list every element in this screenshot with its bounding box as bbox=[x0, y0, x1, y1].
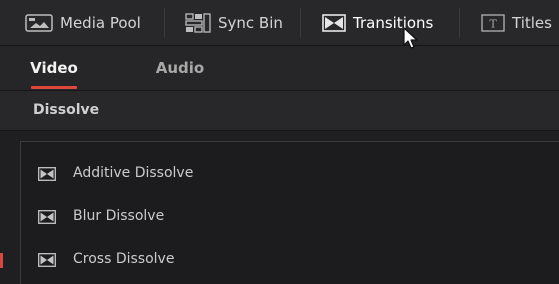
tab-audio[interactable]: Audio bbox=[150, 46, 210, 90]
dissolve-category-header[interactable]: Dissolve bbox=[0, 91, 559, 131]
toolbar-divider bbox=[164, 8, 165, 38]
media-pool-button[interactable]: Media Pool bbox=[25, 0, 141, 45]
sync-bin-icon bbox=[185, 12, 211, 33]
favorite-marker bbox=[0, 253, 3, 268]
section-title: Dissolve bbox=[33, 102, 100, 118]
panel-toolbar: Media Pool Sync Bin Transitions T Titles bbox=[0, 0, 559, 46]
transitions-label: Transitions bbox=[353, 13, 434, 32]
media-pool-label: Media Pool bbox=[60, 13, 141, 32]
titles-icon: T bbox=[481, 13, 505, 32]
transition-icon bbox=[38, 167, 56, 185]
list-item[interactable]: Blur Dissolve bbox=[21, 199, 559, 235]
titles-label: Titles bbox=[512, 13, 552, 32]
list-item-label: Cross Dissolve bbox=[73, 251, 175, 267]
svg-text:T: T bbox=[489, 17, 497, 30]
tab-audio-label: Audio bbox=[155, 59, 205, 77]
transitions-icon bbox=[322, 13, 346, 32]
transition-icon bbox=[38, 210, 56, 228]
sync-bin-label: Sync Bin bbox=[218, 13, 283, 32]
toolbar-divider bbox=[300, 8, 301, 38]
media-type-tabs: Video Audio bbox=[0, 46, 559, 91]
media-pool-icon bbox=[25, 13, 53, 32]
list-item[interactable]: Cross Dissolve bbox=[21, 242, 559, 278]
mouse-cursor-icon bbox=[403, 27, 419, 55]
active-tab-indicator bbox=[31, 86, 77, 89]
transition-list: Additive Dissolve Blur Dissolve Cross Di… bbox=[20, 141, 559, 284]
tab-video-label: Video bbox=[30, 59, 78, 77]
list-item-label: Additive Dissolve bbox=[73, 165, 194, 181]
list-item[interactable]: Additive Dissolve bbox=[21, 156, 559, 192]
tab-video[interactable]: Video bbox=[30, 46, 78, 90]
list-item-label: Blur Dissolve bbox=[73, 208, 165, 224]
toolbar-divider bbox=[459, 8, 460, 38]
transition-icon bbox=[38, 253, 56, 271]
sync-bin-button[interactable]: Sync Bin bbox=[185, 0, 283, 45]
titles-button[interactable]: T Titles bbox=[481, 0, 552, 45]
